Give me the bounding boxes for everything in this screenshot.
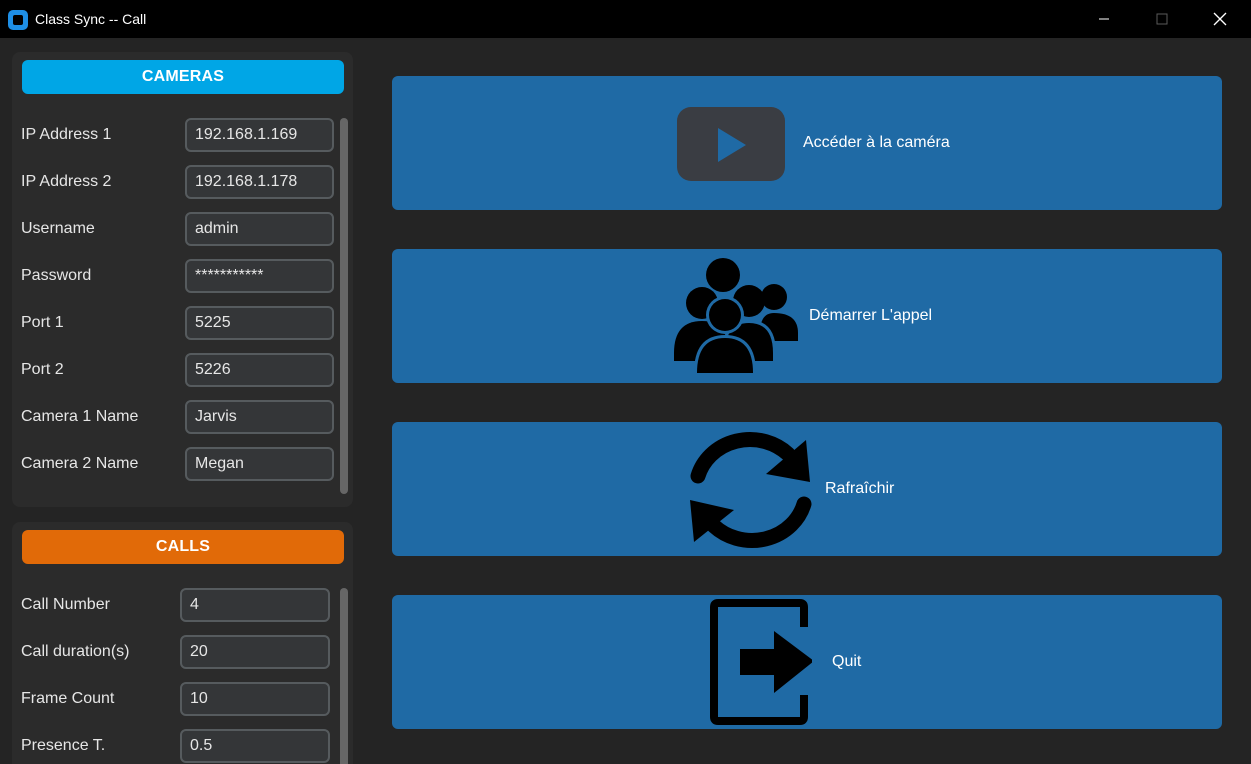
actions-area: Accéder à la caméra Démarrer L'appel Raf… bbox=[364, 38, 1251, 764]
ip-address-2-input[interactable] bbox=[185, 165, 334, 199]
app-logo-icon bbox=[8, 10, 28, 30]
access-camera-button[interactable]: Accéder à la caméra bbox=[392, 76, 1222, 210]
field-row-ip-address-2: IP Address 2 bbox=[12, 165, 353, 199]
ip-address-1-input[interactable] bbox=[185, 118, 334, 152]
start-call-button[interactable]: Démarrer L'appel bbox=[392, 249, 1222, 383]
video-play-icon bbox=[677, 107, 785, 181]
field-row-camera-2-name: Camera 2 Name bbox=[12, 447, 353, 481]
calls-header: CALLS bbox=[22, 530, 344, 564]
camera-2-name-input[interactable] bbox=[185, 447, 334, 481]
title-bar[interactable]: Class Sync -- Call bbox=[0, 0, 1251, 38]
port-2-input[interactable] bbox=[185, 353, 334, 387]
call-duration-input[interactable] bbox=[180, 635, 330, 669]
username-label: Username bbox=[21, 220, 95, 237]
access-camera-label: Accéder à la caméra bbox=[803, 134, 950, 151]
minimize-icon bbox=[1099, 18, 1109, 20]
quit-label: Quit bbox=[832, 653, 862, 670]
camera-1-name-label: Camera 1 Name bbox=[21, 408, 139, 425]
calls-scrollbar[interactable] bbox=[340, 588, 348, 764]
window-title: Class Sync -- Call bbox=[35, 11, 147, 27]
ip-address-1-label: IP Address 1 bbox=[21, 126, 112, 143]
ip-address-2-label: IP Address 2 bbox=[21, 173, 112, 190]
call-duration-label: Call duration(s) bbox=[21, 643, 130, 660]
settings-sidebar: CAMERAS IP Address 1 IP Address 2 Userna… bbox=[0, 38, 364, 764]
field-row-username: Username bbox=[12, 212, 353, 246]
refresh-label: Rafraîchir bbox=[825, 480, 895, 497]
field-row-call-duration: Call duration(s) bbox=[12, 635, 353, 669]
field-row-port-2: Port 2 bbox=[12, 353, 353, 387]
call-number-label: Call Number bbox=[21, 596, 110, 613]
maximize-icon bbox=[1156, 13, 1168, 25]
port-1-input[interactable] bbox=[185, 306, 334, 340]
refresh-button[interactable]: Rafraîchir bbox=[392, 422, 1222, 556]
calls-panel[interactable]: CALLS Call Number Call duration(s) Frame… bbox=[12, 522, 353, 764]
maximize-button[interactable] bbox=[1133, 0, 1191, 38]
field-row-camera-1-name: Camera 1 Name bbox=[12, 400, 353, 434]
close-icon bbox=[1213, 12, 1227, 26]
presence-threshold-input[interactable] bbox=[180, 729, 330, 763]
cameras-header: CAMERAS bbox=[22, 60, 344, 94]
field-row-call-number: Call Number bbox=[12, 588, 353, 622]
call-number-input[interactable] bbox=[180, 588, 330, 622]
presence-threshold-label: Presence T. bbox=[21, 737, 106, 754]
quit-button[interactable]: Quit bbox=[392, 595, 1222, 729]
minimize-button[interactable] bbox=[1075, 0, 1133, 38]
field-row-port-1: Port 1 bbox=[12, 306, 353, 340]
port-1-label: Port 1 bbox=[21, 314, 64, 331]
password-label: Password bbox=[21, 267, 92, 284]
field-row-presence-threshold: Presence T. bbox=[12, 729, 353, 763]
field-row-ip-address-1: IP Address 1 bbox=[12, 118, 353, 152]
cameras-scrollbar[interactable] bbox=[340, 118, 348, 494]
frame-count-input[interactable] bbox=[180, 682, 330, 716]
username-input[interactable] bbox=[185, 212, 334, 246]
cameras-panel[interactable]: CAMERAS IP Address 1 IP Address 2 Userna… bbox=[12, 52, 353, 507]
port-2-label: Port 2 bbox=[21, 361, 64, 378]
field-row-frame-count: Frame Count bbox=[12, 682, 353, 716]
camera-2-name-label: Camera 2 Name bbox=[21, 455, 139, 472]
close-button[interactable] bbox=[1191, 0, 1249, 38]
exit-icon bbox=[710, 599, 812, 725]
field-row-password: Password bbox=[12, 259, 353, 293]
password-input[interactable] bbox=[185, 259, 334, 293]
camera-1-name-input[interactable] bbox=[185, 400, 334, 434]
refresh-icon bbox=[690, 432, 812, 548]
start-call-label: Démarrer L'appel bbox=[809, 307, 933, 324]
group-icon bbox=[674, 258, 798, 373]
app-window: Class Sync -- Call CAMERAS IP Address 1 … bbox=[0, 0, 1251, 764]
frame-count-label: Frame Count bbox=[21, 690, 115, 707]
